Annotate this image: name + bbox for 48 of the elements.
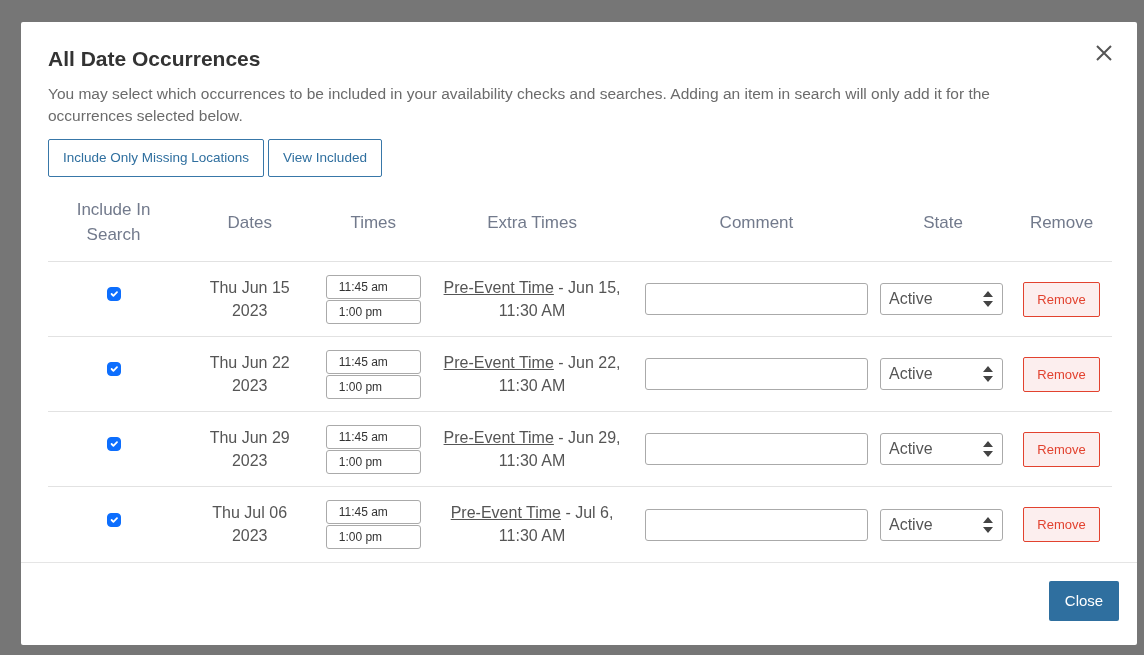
action-button[interactable]: View Included — [268, 139, 382, 178]
include-checkbox[interactable] — [106, 512, 121, 527]
state-select[interactable]: Active — [879, 508, 1003, 541]
dialog-title: All Date Occurrences — [48, 46, 261, 72]
column-header: Dates — [227, 211, 272, 234]
extra-time-text: Pre-Event Time - Jun 22, 11:30 AM — [442, 352, 622, 396]
remove-button[interactable]: Remove — [1023, 281, 1100, 318]
time-field[interactable]: 11:45 am — [325, 424, 421, 449]
extra-time-link[interactable]: Pre-Event Time — [450, 504, 561, 522]
comment-field[interactable] — [644, 283, 868, 316]
close-button[interactable]: Close — [1049, 580, 1119, 622]
state-select[interactable]: Active — [879, 358, 1003, 391]
extra-time-text: Pre-Event Time - Jun 29, 11:30 AM — [442, 427, 622, 471]
time-field[interactable]: 1:00 pm — [325, 374, 421, 399]
extra-time-text: Pre-Event Time - Jul 6, 11:30 AM — [449, 503, 615, 547]
time-field[interactable]: 11:45 am — [325, 349, 421, 374]
extra-time-link[interactable]: Pre-Event Time — [443, 353, 554, 371]
remove-button[interactable]: Remove — [1023, 356, 1100, 393]
remove-button[interactable]: Remove — [1023, 506, 1100, 543]
description-text: You may select which occurrences to be included in your availability checks and searches. Adding an item in search will only add it for the occurrences selected below. — [48, 84, 991, 127]
column-header: Remove — [1029, 211, 1094, 234]
extra-time-text: Pre-Event Time - Jun 15, 11:30 AM — [442, 277, 622, 321]
column-header: Include In Search — [75, 199, 152, 247]
time-field[interactable]: 11:45 am — [325, 274, 421, 299]
comment-field[interactable] — [644, 358, 868, 391]
comment-field[interactable] — [644, 508, 868, 541]
extra-time-link[interactable]: Pre-Event Time — [443, 428, 554, 446]
include-checkbox[interactable] — [106, 362, 121, 377]
state-select[interactable]: Active — [879, 433, 1003, 466]
column-header: State — [923, 211, 963, 234]
date-text: Thu Jun 22 2023 — [208, 352, 291, 396]
remove-button[interactable]: Remove — [1023, 431, 1100, 468]
date-text: Thu Jul 06 2023 — [211, 503, 289, 547]
column-header: Extra Times — [487, 211, 577, 234]
column-header: Times — [350, 211, 397, 234]
time-field[interactable]: 1:00 pm — [325, 299, 421, 324]
time-field[interactable]: 11:45 am — [325, 500, 421, 525]
date-text: Thu Jun 15 2023 — [208, 277, 291, 321]
extra-time-link[interactable]: Pre-Event Time — [443, 278, 554, 296]
include-checkbox[interactable] — [106, 287, 121, 302]
date-text: Thu Jun 29 2023 — [208, 427, 291, 471]
column-header: Comment — [719, 211, 794, 234]
time-field[interactable]: 1:00 pm — [325, 525, 421, 550]
action-button[interactable]: Include Only Missing Locations — [48, 139, 265, 178]
comment-field[interactable] — [644, 433, 868, 466]
time-field[interactable]: 1:00 pm — [325, 449, 421, 474]
include-checkbox[interactable] — [106, 437, 121, 452]
state-select[interactable]: Active — [879, 283, 1003, 316]
